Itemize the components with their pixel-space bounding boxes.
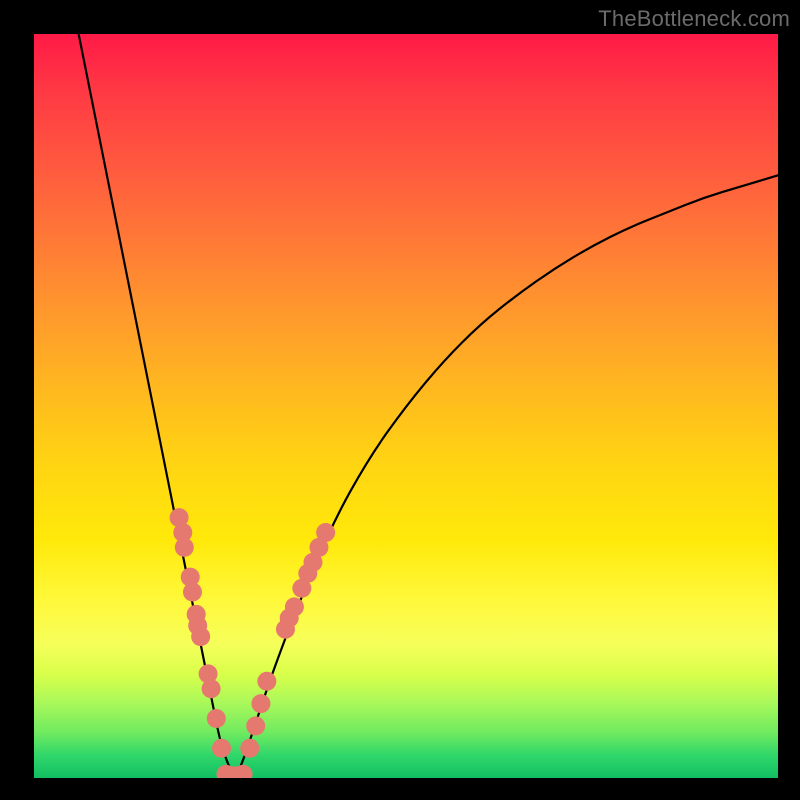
marker-right-0 <box>240 739 259 758</box>
marker-right-11 <box>316 523 335 542</box>
markers-group <box>170 508 336 778</box>
marker-left-11 <box>212 739 231 758</box>
chart-frame: TheBottleneck.com <box>0 0 800 800</box>
marker-left-7 <box>188 616 207 635</box>
curve-svg <box>34 34 778 778</box>
marker-right-3 <box>257 672 276 691</box>
plot-area <box>34 34 778 778</box>
watermark-text: TheBottleneck.com <box>598 6 790 32</box>
curve-right-arm <box>235 175 778 778</box>
marker-right-1 <box>246 716 265 735</box>
marker-right-6 <box>285 597 304 616</box>
marker-left-10 <box>207 709 226 728</box>
marker-left-2 <box>173 523 192 542</box>
marker-right-2 <box>251 694 270 713</box>
marker-left-4 <box>183 583 202 602</box>
marker-left-9 <box>202 679 221 698</box>
